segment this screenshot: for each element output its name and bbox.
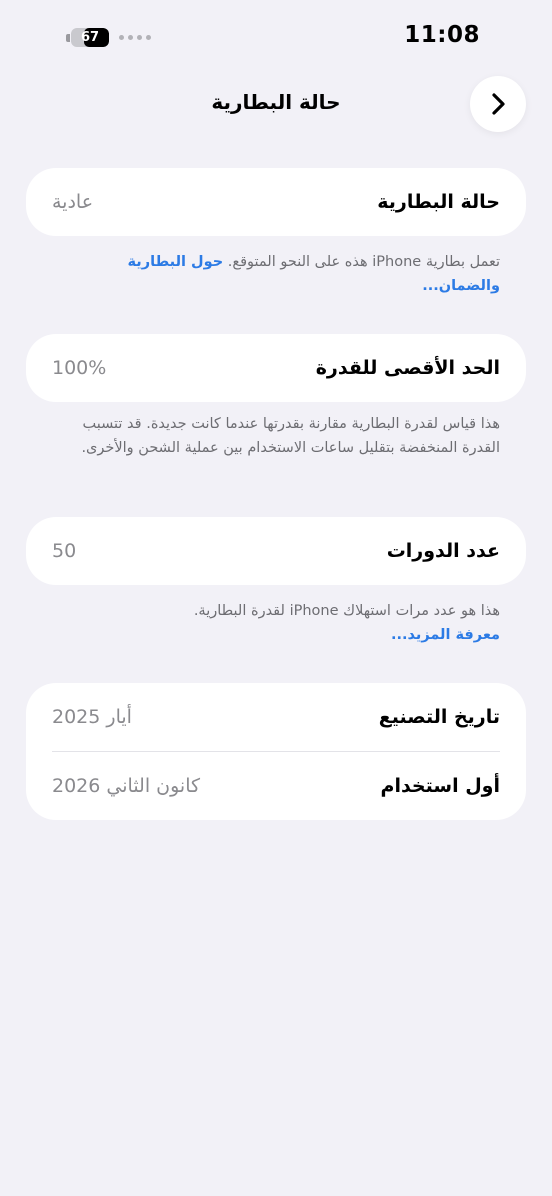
battery-health-note: تعمل بطارية iPhone هذه على النحو المتوقع… [50, 250, 500, 298]
battery-health-label: حالة البطارية [377, 191, 500, 213]
battery-health-note-text: تعمل بطارية iPhone هذه على النحو المتوقع… [227, 254, 500, 270]
max-capacity-card: الحد الأقصى للقدرة 100% [26, 334, 526, 402]
status-bar: 67 11:08 [0, 0, 552, 74]
battery-nub [66, 33, 70, 42]
first-use-label: أول استخدام [380, 775, 500, 797]
battery-health-screen: 67 11:08 حالة البطارية حالة البطارية عاد… [0, 0, 552, 1196]
learn-more-link[interactable]: معرفة المزيد... [50, 623, 500, 647]
battery-health-value: عادية [52, 191, 94, 213]
cycle-count-note-text: هذا هو عدد مرات استهلاك iPhone لقدرة الب… [193, 603, 500, 619]
battery-icon: 67 [71, 28, 109, 47]
dates-card: تاريخ التصنيع أيار 2025 أول استخدام كانو… [26, 683, 526, 820]
cycle-count-label: عدد الدورات [386, 540, 500, 562]
max-capacity-label: الحد الأقصى للقدرة [315, 357, 500, 379]
chevron-right-icon [492, 93, 505, 115]
signal-dots-icon [119, 35, 151, 40]
max-capacity-note: هذا قياس لقدرة البطارية مقارنة بقدرتها ع… [81, 416, 500, 456]
back-button[interactable] [470, 76, 526, 132]
cycle-count-card: عدد الدورات 50 [26, 517, 526, 585]
battery-percentage: 67 [80, 30, 100, 45]
manufacture-date-label: تاريخ التصنيع [378, 706, 500, 728]
first-use-value: كانون الثاني 2026 [52, 775, 201, 797]
cycle-count-note: هذا هو عدد مرات استهلاك iPhone لقدرة الب… [50, 599, 500, 647]
manufacture-date-value: أيار 2025 [52, 706, 132, 728]
status-time: 11:08 [404, 22, 480, 48]
max-capacity-value: 100% [52, 357, 107, 379]
battery-health-card[interactable]: حالة البطارية عادية [26, 168, 526, 236]
battery-indicator: 67 [66, 28, 151, 47]
cycle-count-value: 50 [52, 540, 77, 562]
